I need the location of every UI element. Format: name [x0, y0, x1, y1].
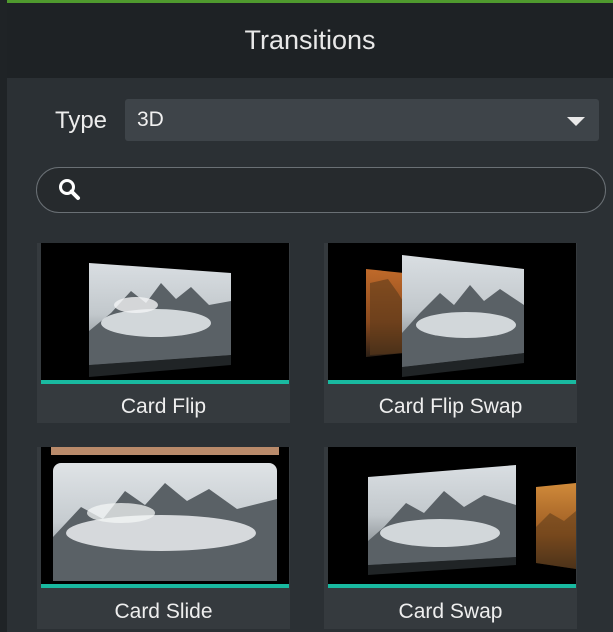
type-dropdown[interactable]: 3D [125, 99, 599, 141]
tile-label: Card Flip Swap [378, 395, 523, 418]
thumbnail-card-swap [328, 447, 576, 584]
search-icon [59, 179, 80, 200]
panel-title: Transitions [244, 25, 376, 55]
tile-label: Card Swap [398, 600, 503, 623]
thumbnail-card-flip [41, 243, 289, 380]
transitions-panel: Transitions Type 3D Card Flip Card Flip … [7, 0, 613, 632]
caret-down-icon [567, 117, 585, 126]
tile-label: Card Flip [120, 395, 207, 418]
transition-card-swap[interactable]: Card Swap [324, 447, 577, 629]
selection-bar [41, 380, 289, 384]
selection-bar [41, 584, 289, 588]
type-dropdown-value: 3D [137, 108, 164, 131]
transition-card-flip-swap[interactable]: Card Flip Swap [324, 243, 577, 423]
thumbnail-card-flip-swap [328, 243, 576, 380]
search-box[interactable] [36, 167, 606, 213]
transition-card-slide[interactable]: Card Slide [37, 447, 290, 629]
transition-card-flip[interactable]: Card Flip [37, 243, 290, 423]
search-input[interactable] [97, 176, 591, 206]
type-filter-row: Type 3D [7, 99, 613, 143]
tile-label: Card Slide [114, 600, 213, 623]
selection-bar [328, 380, 576, 384]
selection-bar [328, 584, 576, 588]
thumbnail-card-slide [41, 447, 289, 584]
panel-header: Transitions [7, 3, 613, 78]
type-label: Type [55, 107, 108, 134]
